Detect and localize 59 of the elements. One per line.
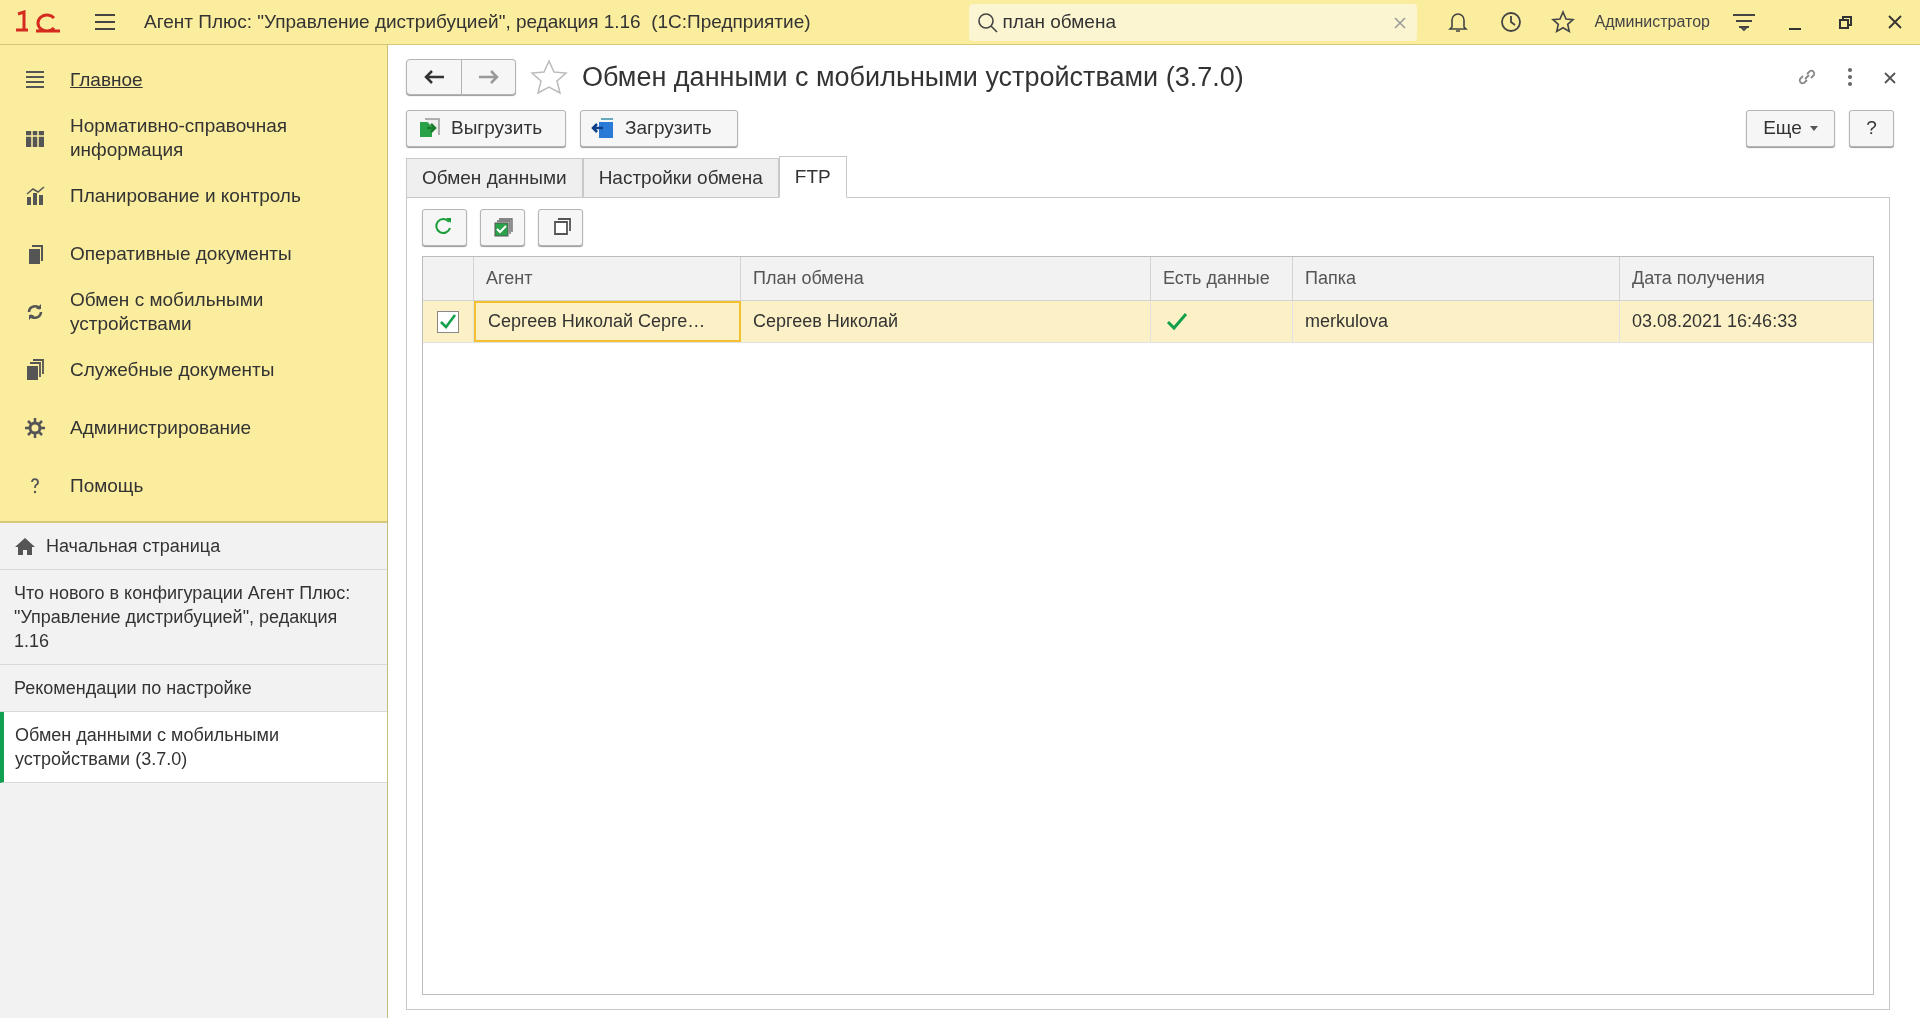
close-icon[interactable]: [1886, 13, 1904, 31]
section-link[interactable]: Нормативно-справочная информация: [70, 114, 375, 162]
export-icon: [417, 117, 441, 139]
notifications-icon[interactable]: [1446, 10, 1471, 34]
section-link[interactable]: Главное: [70, 68, 143, 92]
section-link[interactable]: Помощь: [70, 474, 144, 498]
documents-icon: [24, 359, 46, 381]
restore-icon[interactable]: [1836, 13, 1854, 31]
funnel-menu-icon[interactable]: [1732, 11, 1756, 33]
star-icon[interactable]: [530, 59, 568, 95]
clear-icon[interactable]: [1392, 15, 1407, 30]
gear-icon: [24, 417, 46, 439]
back-arrow-icon: [423, 69, 445, 85]
column-header[interactable]: Дата получения: [1620, 257, 1873, 300]
check-all-button[interactable]: [480, 208, 525, 246]
column-header[interactable]: Папка: [1293, 257, 1620, 300]
table-cell-text: 03.08.2021 16:46:33: [1631, 310, 1799, 333]
tab[interactable]: Обмен данными: [406, 158, 583, 198]
home-icon: [14, 536, 36, 556]
table-cell: Сергеев Николай Серге…: [474, 301, 741, 342]
download-button[interactable]: Загрузить: [580, 109, 738, 147]
section-link[interactable]: Планирование и контроль: [70, 184, 301, 208]
more-button[interactable]: Еще: [1746, 109, 1835, 147]
section-link[interactable]: Администрирование: [70, 416, 252, 440]
section-link[interactable]: Служебные документы: [70, 358, 275, 382]
refresh-button[interactable]: [422, 208, 467, 246]
chart-icon: [24, 185, 46, 207]
history-icon[interactable]: [1498, 10, 1523, 34]
checked-pages-icon: [491, 216, 514, 238]
more-icon[interactable]: [1846, 66, 1854, 88]
uncheck-all-button[interactable]: [538, 208, 583, 246]
table-cell: Сергеев Николай: [741, 301, 1151, 342]
column-header[interactable]: Есть данные: [1151, 257, 1293, 300]
help-button[interactable]: ?: [1849, 109, 1894, 147]
list-icon: [24, 69, 46, 91]
checkbox[interactable]: [437, 310, 459, 333]
search-icon: [976, 11, 999, 34]
tab[interactable]: FTP: [778, 156, 847, 198]
open-window-item[interactable]: Обмен данными с мобильными устройствами (3.7.0): [0, 712, 387, 783]
menu-icon[interactable]: [94, 13, 116, 31]
check-icon: [1166, 311, 1188, 332]
star-icon[interactable]: [1550, 10, 1575, 34]
window-title: Агент Плюс: "Управление дистрибуцией", редакция 1.16 (1С:Предприятие): [144, 9, 811, 34]
app-logo-icon[interactable]: [14, 10, 62, 34]
form-title: Обмен данными с мобильными устройствами (3.7.0): [582, 60, 1244, 94]
forward-arrow-icon: [477, 69, 500, 85]
column-header[interactable]: План обмена: [741, 257, 1151, 300]
section-link[interactable]: Обмен с мобильными устройствами: [70, 288, 375, 336]
tab[interactable]: Настройки обмена: [582, 158, 779, 198]
back-button[interactable]: [406, 59, 462, 95]
user-name[interactable]: Администратор: [1594, 10, 1710, 34]
upload-button[interactable]: Выгрузить: [406, 109, 566, 147]
table-row[interactable]: Сергеев Николай Серге… Сергеев Николай merkulova 03.08.2021 16:46:33: [423, 301, 1873, 343]
search-field[interactable]: план обмена: [968, 3, 1417, 41]
column-header[interactable]: Агент: [474, 257, 741, 300]
table-cell: merkulova: [1293, 301, 1620, 342]
section-link[interactable]: Оперативные документы: [70, 242, 292, 266]
caret-icon: [1809, 125, 1818, 131]
import-icon: [591, 117, 615, 139]
